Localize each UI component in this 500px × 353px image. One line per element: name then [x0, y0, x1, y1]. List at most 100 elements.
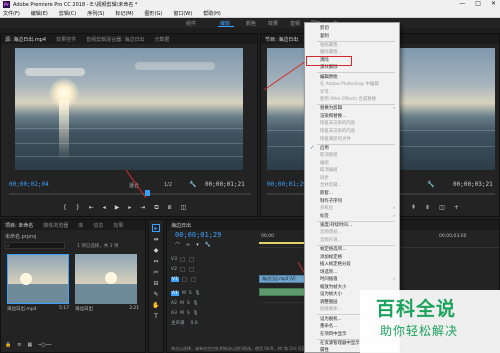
- context-menu-item[interactable]: 恢复捕捉的文件: [305, 136, 399, 143]
- context-menu-item[interactable]: 插入帧定格分段: [305, 261, 399, 268]
- maximize-button[interactable]: □: [475, 0, 481, 7]
- selection-tool-icon[interactable]: ▸: [152, 224, 160, 232]
- context-menu-item[interactable]: 同步: [305, 175, 399, 182]
- context-menu-item[interactable]: 多机位 ›: [305, 205, 399, 212]
- zoom-slider[interactable]: ─○──: [38, 342, 51, 348]
- lift-icon[interactable]: ⇞: [411, 204, 416, 211]
- source-scrub-bar[interactable]: [9, 190, 251, 196]
- context-menu-item[interactable]: 音频增益...: [305, 229, 399, 236]
- timeline-timecode[interactable]: 00;00;01;29: [175, 231, 221, 239]
- tab-project[interactable]: 项目: 未命名: [5, 222, 33, 229]
- snap-icon[interactable]: ⌒: [175, 242, 180, 249]
- track-label-v1[interactable]: V1: [171, 276, 179, 282]
- menu-clip[interactable]: 剪辑(C): [59, 10, 76, 17]
- menu-marker[interactable]: 标记(M): [115, 10, 133, 17]
- type-tool-icon[interactable]: T: [152, 312, 160, 320]
- workspace-tab-effects[interactable]: 效果: [268, 20, 278, 27]
- tab-metadata[interactable]: 元数据: [154, 36, 169, 43]
- project-thumb-1[interactable]: [7, 254, 69, 304]
- context-menu-item[interactable]: 添加帧定格: [305, 254, 399, 261]
- tab-media-browser[interactable]: 媒体浏览器: [43, 222, 68, 229]
- context-menu-item[interactable]: 取消编组: [305, 167, 399, 174]
- tab-libraries[interactable]: 库: [78, 222, 83, 229]
- step-forward-icon[interactable]: ▸: [128, 204, 131, 212]
- source-playhead[interactable]: [145, 190, 150, 196]
- context-menu-item[interactable]: 音频声道...: [305, 237, 399, 244]
- menu-graphics[interactable]: 图形(G): [145, 10, 163, 17]
- mark-in-icon[interactable]: {: [63, 204, 67, 212]
- extract-icon[interactable]: ⇟: [425, 204, 430, 211]
- context-menu-item[interactable]: 制作子序列: [305, 198, 399, 205]
- tab-audio-clip-mixer[interactable]: 音频剪辑混合器: 海边日出: [86, 36, 144, 43]
- hand-tool-icon[interactable]: ✋: [152, 301, 160, 309]
- overwrite-icon[interactable]: ⧈: [168, 204, 172, 212]
- toggle-sync-lock-icon[interactable]: [179, 266, 185, 272]
- wrench-icon[interactable]: 🔧: [427, 181, 434, 188]
- add-marker-icon[interactable]: ▾: [196, 242, 199, 249]
- settings-wrench-icon[interactable]: 🔧: [205, 242, 211, 249]
- razor-tool-icon[interactable]: ✂: [152, 268, 160, 276]
- slip-tool-icon[interactable]: ⊟: [152, 279, 160, 287]
- add-button-icon[interactable]: +: [454, 204, 459, 211]
- solo-icon[interactable]: S: [187, 311, 190, 316]
- ripple-edit-tool-icon[interactable]: ◆: [152, 246, 160, 254]
- insert-icon[interactable]: ⧉: [154, 204, 158, 212]
- solo-icon[interactable]: S: [187, 301, 190, 306]
- lock-icon[interactable]: 🔒: [5, 342, 11, 348]
- menu-edit[interactable]: 编辑(E): [31, 10, 48, 17]
- toggle-sync-lock-icon[interactable]: [181, 276, 187, 282]
- context-menu-item[interactable]: 恢复未渲染的内容: [305, 120, 399, 127]
- menu-sequence[interactable]: 序列(S): [87, 10, 104, 17]
- menu-file[interactable]: 文件(F): [3, 10, 20, 17]
- source-video-frame[interactable]: [15, 48, 243, 170]
- menu-help[interactable]: 帮助(H): [203, 10, 221, 17]
- mute-icon[interactable]: M: [180, 311, 184, 316]
- solo-icon[interactable]: S: [189, 291, 192, 296]
- list-view-icon[interactable]: ≡: [17, 342, 21, 348]
- track-label-a3[interactable]: A3: [171, 311, 177, 316]
- context-menu-item[interactable]: 合并剪辑...: [305, 182, 399, 189]
- go-to-in-icon[interactable]: ⇤: [89, 204, 94, 212]
- tab-effect-controls[interactable]: 效果控件: [56, 36, 76, 43]
- source-scale-dropdown[interactable]: 1/2: [164, 182, 172, 188]
- tab-sequence[interactable]: 海边日出: [171, 222, 191, 229]
- context-menu-item[interactable]: 许可...: [305, 89, 399, 96]
- export-frame-icon[interactable]: ◫: [181, 204, 187, 212]
- context-menu-item[interactable]: 替换为剪辑 ›: [305, 105, 399, 112]
- linked-selection-icon[interactable]: ∞: [186, 242, 190, 249]
- tab-info[interactable]: 信息: [93, 222, 103, 229]
- toggle-output-icon[interactable]: [190, 276, 196, 282]
- source-timecode[interactable]: 00;00;02;04: [9, 181, 49, 188]
- context-menu-item[interactable]: 在 Adobe Photoshop 中编辑: [305, 81, 399, 88]
- go-to-out-icon[interactable]: ⇥: [140, 204, 145, 212]
- play-icon[interactable]: ▶: [115, 204, 120, 212]
- track-select-tool-icon[interactable]: ⇹: [152, 235, 160, 243]
- close-button[interactable]: ✕: [491, 0, 496, 7]
- context-menu-item[interactable]: 嵌套...: [305, 190, 399, 197]
- mute-icon[interactable]: M: [182, 291, 186, 296]
- context-menu-item[interactable]: 取消链接: [305, 152, 399, 159]
- project-thumb-2[interactable]: [75, 254, 137, 304]
- context-menu-item[interactable]: 时间插值 ›: [305, 276, 399, 283]
- mic-icon[interactable]: 🎙: [193, 311, 199, 316]
- project-search-input[interactable]: ⌕: [5, 242, 65, 249]
- context-menu-item[interactable]: 粘贴属性...: [305, 42, 399, 49]
- context-menu-item[interactable]: 复制: [305, 33, 399, 40]
- context-menu-item[interactable]: 剪切: [305, 25, 399, 32]
- context-menu-item[interactable]: 启用 ✓: [305, 145, 399, 152]
- pen-tool-icon[interactable]: ✎: [152, 290, 160, 298]
- mark-out-icon[interactable]: }: [76, 204, 80, 212]
- master-volume-value[interactable]: 0.0: [191, 321, 198, 326]
- track-label-a1[interactable]: A1: [171, 290, 179, 296]
- context-menu-item[interactable]: 渲染和替换...: [305, 113, 399, 120]
- step-back-icon[interactable]: ◂: [103, 204, 106, 212]
- toggle-output-icon[interactable]: [188, 256, 194, 262]
- tab-source[interactable]: 源: 海边日出.mp4: [5, 36, 46, 43]
- toggle-output-icon[interactable]: [188, 266, 194, 272]
- track-label-a2[interactable]: A2: [171, 301, 177, 306]
- context-menu-item[interactable]: 场选项...: [305, 269, 399, 276]
- mic-icon[interactable]: 🎙: [195, 291, 201, 296]
- context-menu-item[interactable]: 速度/持续时间...: [305, 222, 399, 229]
- mute-icon[interactable]: M: [180, 301, 184, 306]
- rate-stretch-tool-icon[interactable]: ⇔: [152, 257, 160, 265]
